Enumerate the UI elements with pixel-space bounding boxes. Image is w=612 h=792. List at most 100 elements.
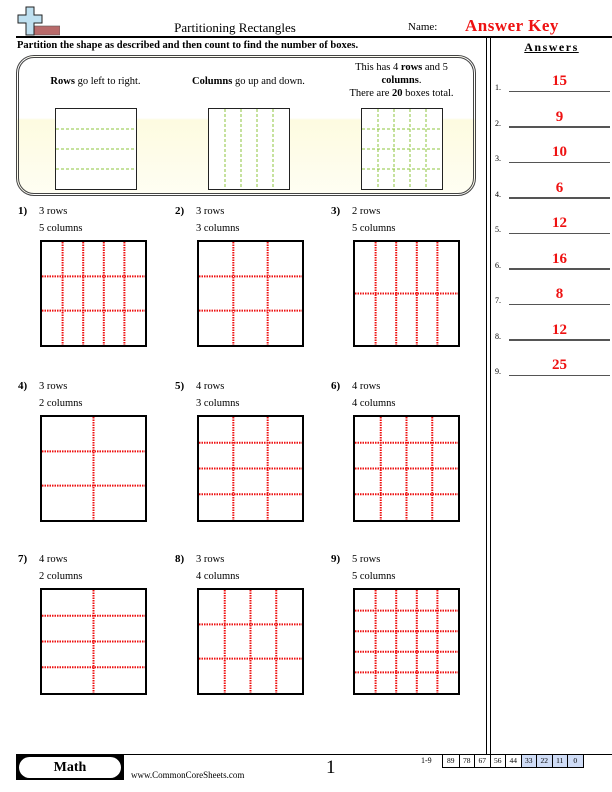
- answers-title: Answers: [524, 40, 579, 54]
- partition-lines: [355, 590, 458, 693]
- answer-row: 9. 25: [495, 356, 612, 376]
- partitioned-rectangle: [353, 588, 460, 695]
- answer-number: 1.: [495, 83, 501, 92]
- problem-number: 5): [175, 380, 185, 392]
- example-partition-lines: [224, 109, 274, 189]
- answer-value: 10: [552, 144, 567, 160]
- answers-column-divider: [486, 38, 491, 754]
- answer-value: 15: [552, 73, 567, 89]
- columns-label: 5 columns: [39, 223, 83, 234]
- problem-7: 7) 4 rows 2 columns: [18, 553, 168, 703]
- answer-number: 9.: [495, 367, 501, 376]
- partitioned-rectangle: [353, 415, 460, 522]
- answer-number: 8.: [495, 331, 501, 341]
- problem-number: 3): [331, 205, 341, 217]
- partition-lines: [42, 242, 145, 345]
- columns-label: 5 columns: [352, 571, 396, 582]
- problem-9: 9) 5 rows 5 columns: [331, 553, 481, 703]
- score-range-label: 1-9: [421, 756, 432, 765]
- example-text: This has 4 rows and 5 columns. There are 2…: [349, 62, 454, 99]
- answer-value: 16: [552, 250, 567, 267]
- problem-3: 3) 2 rows 5 columns: [331, 205, 481, 355]
- columns-label: 4 columns: [352, 398, 396, 409]
- partitioned-rectangle: [197, 415, 304, 522]
- score-cell: 44: [505, 755, 521, 767]
- rows-label: 3 rows: [39, 206, 68, 217]
- columns-label: 4 columns: [196, 571, 240, 582]
- name-value: Answer Key: [465, 16, 559, 35]
- partition-lines: [42, 417, 145, 520]
- score-cell: 11: [551, 755, 567, 767]
- answer-row: 2. 9: [495, 108, 612, 128]
- answer-line[interactable]: [509, 232, 610, 234]
- answer-row: 3. 10: [495, 143, 612, 163]
- score-table: 89 78 67 56 44 33 22 11 0: [442, 755, 584, 768]
- problem-number: 6): [331, 380, 341, 392]
- partition-lines: [42, 590, 145, 693]
- partitioned-rectangle: [197, 588, 304, 695]
- name-label: Name:: [408, 21, 438, 33]
- problem-2: 2) 3 rows 3 columns: [175, 205, 325, 355]
- partition-lines: [199, 590, 302, 693]
- score-cell: 33: [520, 755, 536, 767]
- example-text: Rows go left to right.: [50, 76, 141, 87]
- problem-number: 9): [331, 553, 341, 565]
- problem-4: 4) 3 rows 2 columns: [18, 380, 168, 530]
- header-divider: [16, 36, 612, 38]
- example-grid: [55, 108, 137, 190]
- rows-label: 4 rows: [352, 381, 381, 392]
- instructions: Partition the shape as described and the…: [17, 40, 359, 51]
- partitioned-rectangle: [40, 240, 147, 347]
- answer-line[interactable]: [509, 126, 610, 128]
- page-number: 1: [326, 757, 336, 778]
- answer-line[interactable]: [509, 339, 610, 341]
- partition-lines: [199, 242, 302, 345]
- rows-label: 3 rows: [196, 206, 225, 217]
- partitioned-rectangle: [40, 415, 147, 522]
- subject-badge: Math: [16, 755, 124, 780]
- answer-value: 6: [555, 179, 564, 196]
- answer-line[interactable]: [509, 90, 610, 92]
- score-cell: 67: [474, 755, 490, 767]
- problem-number: 8): [175, 553, 185, 565]
- subject-label: Math: [19, 757, 121, 778]
- worksheet-title: Partitioning Rectangles: [174, 20, 296, 35]
- answer-line[interactable]: [509, 268, 610, 270]
- problem-number: 2): [175, 205, 185, 217]
- rows-label: 3 rows: [196, 554, 225, 565]
- answer-line[interactable]: [509, 197, 610, 199]
- score-cell: 0: [567, 755, 583, 767]
- columns-label: 2 columns: [39, 571, 83, 582]
- example-partition-lines: [362, 109, 442, 189]
- answer-value: 12: [552, 321, 567, 338]
- answer-row: 1. 15: [495, 72, 612, 92]
- partitioned-rectangle: [353, 240, 460, 347]
- answer-value: 25: [552, 357, 567, 373]
- website-link[interactable]: www.CommonCoreSheets.com: [131, 770, 244, 780]
- columns-label: 3 columns: [196, 223, 240, 234]
- example-partition-lines: [56, 128, 136, 170]
- answer-value: 8: [555, 286, 564, 302]
- partitioned-rectangle: [40, 588, 147, 695]
- answer-row: 7. 8: [495, 285, 612, 305]
- partition-lines: [199, 417, 302, 520]
- problem-number: 4): [18, 380, 28, 392]
- example-grid: [208, 108, 290, 190]
- columns-label: 3 columns: [196, 398, 240, 409]
- answer-line[interactable]: [509, 161, 610, 163]
- rows-label: 4 rows: [39, 554, 68, 565]
- answer-line[interactable]: [509, 303, 610, 305]
- score-cell: 78: [458, 755, 475, 767]
- columns-label: 2 columns: [39, 398, 83, 409]
- problem-number: 1): [18, 205, 28, 217]
- answer-number: 6.: [495, 260, 501, 270]
- answer-number: 4.: [495, 189, 501, 199]
- problem-1: 1) 3 rows 5 columns: [18, 205, 168, 355]
- answer-value: 12: [552, 215, 567, 231]
- answer-line[interactable]: [509, 374, 610, 376]
- answer-row: 5. 12: [495, 214, 612, 234]
- partition-lines: [355, 242, 458, 345]
- score-cell: 22: [536, 755, 552, 767]
- answer-number: 7.: [495, 296, 501, 305]
- rows-label: 5 rows: [352, 554, 381, 565]
